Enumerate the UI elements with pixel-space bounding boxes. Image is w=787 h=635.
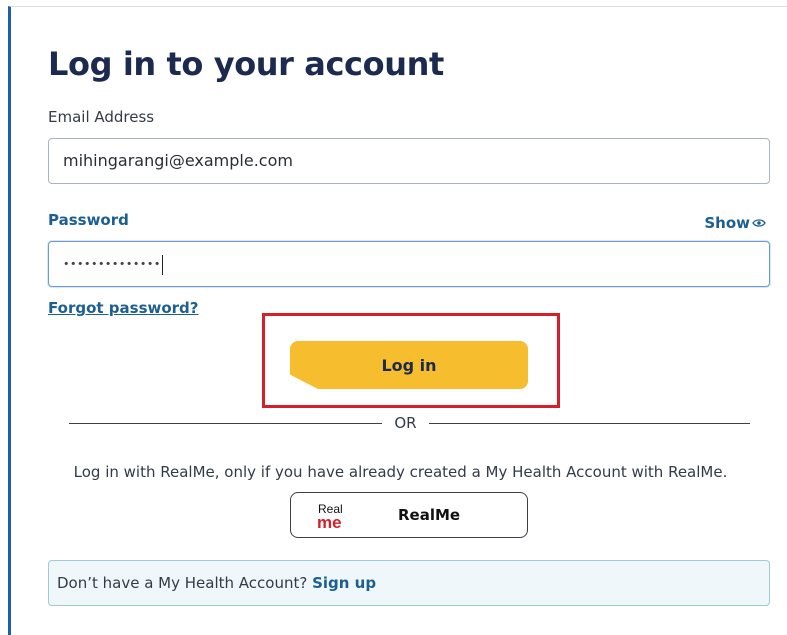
signup-banner: Don’t have a My Health Account? Sign up <box>48 560 770 606</box>
realme-login-button[interactable]: Real me RealMe <box>290 492 528 538</box>
divider-line-right <box>429 423 750 424</box>
email-value: mihingarangi@example.com <box>63 151 293 170</box>
realme-note: Log in with RealMe, only if you have alr… <box>73 463 728 481</box>
signup-prompt: Don’t have a My Health Account? <box>57 574 313 592</box>
login-card: Log in to your account Email Address mih… <box>8 6 787 635</box>
signup-link[interactable]: Sign up <box>312 574 376 592</box>
password-field[interactable]: •••••••••••••• <box>48 241 770 287</box>
forgot-password-link[interactable]: Forgot password? <box>48 299 199 317</box>
show-password-toggle[interactable]: Show <box>704 214 766 232</box>
realme-logo-bottom: me <box>317 513 342 532</box>
email-field[interactable]: mihingarangi@example.com <box>48 138 770 184</box>
show-label: Show <box>704 214 750 232</box>
eye-icon <box>752 219 766 227</box>
password-label: Password <box>48 211 129 229</box>
email-label: Email Address <box>48 108 155 126</box>
page-title: Log in to your account <box>48 45 444 83</box>
password-value: •••••••••••••• <box>63 257 161 271</box>
page: Log in to your account Email Address mih… <box>0 0 787 635</box>
realme-button-label: RealMe <box>398 506 461 524</box>
text-caret <box>161 254 163 275</box>
divider-line-left <box>69 423 382 424</box>
realme-logo: Real me <box>317 502 343 532</box>
or-divider-text: OR <box>394 414 417 432</box>
login-button[interactable]: Log in <box>290 341 528 389</box>
